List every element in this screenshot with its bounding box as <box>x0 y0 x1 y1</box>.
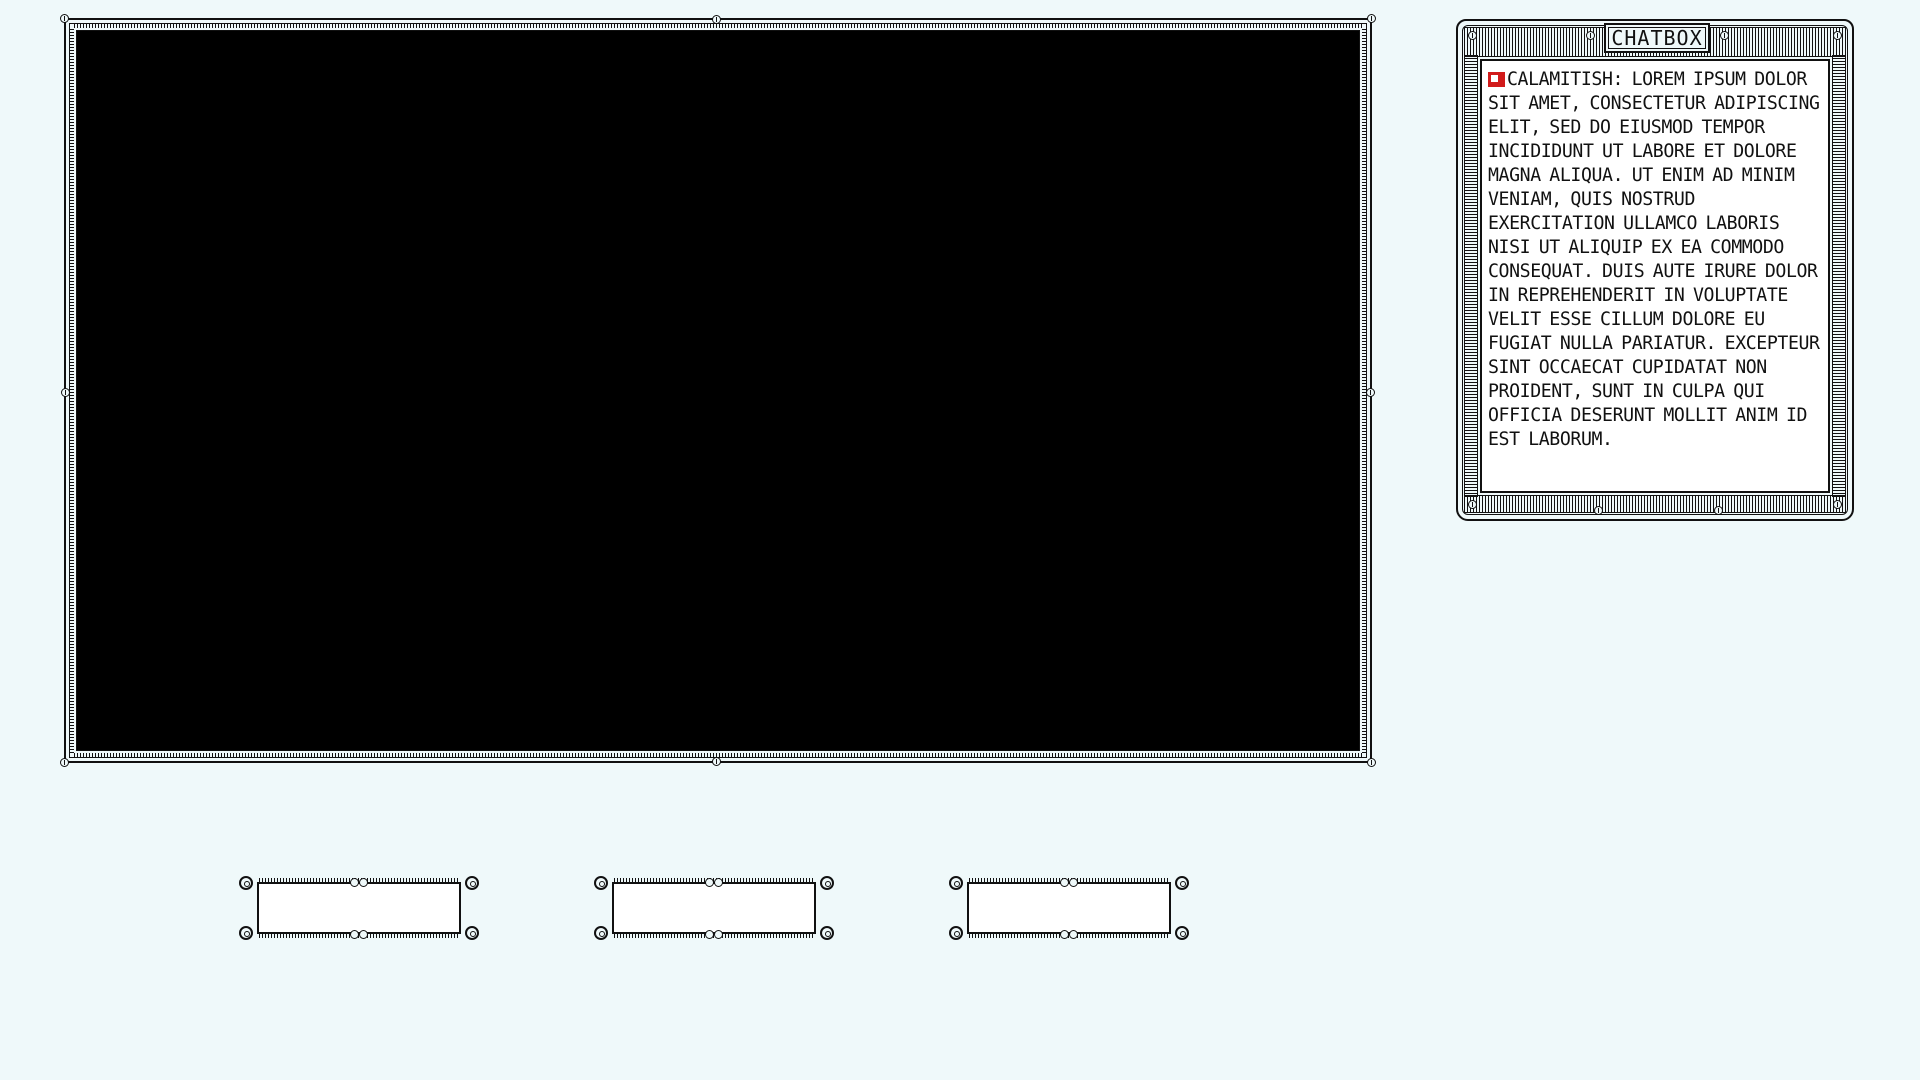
action-slot-body <box>967 878 1171 938</box>
chatbox-side-band-right <box>1832 55 1846 497</box>
rivet-icon <box>61 388 70 397</box>
scroll-curl-icon <box>594 876 608 890</box>
action-slot-body <box>257 878 461 938</box>
rivet-icon <box>1594 506 1603 515</box>
action-slot-1[interactable] <box>239 876 479 940</box>
rivet-icon <box>1833 31 1842 40</box>
chatbox-side-band-left <box>1464 55 1478 497</box>
knot-icon <box>705 930 723 939</box>
scroll-curl-icon <box>465 926 479 940</box>
scroll-curl-icon <box>594 926 608 940</box>
frame-rail-top <box>74 24 1362 28</box>
knot-icon <box>350 878 368 887</box>
knot-icon <box>1060 878 1078 887</box>
chat-message-list[interactable]: CALAMITISH: LOREM IPSUM DOLOR SIT AMET, … <box>1480 59 1830 493</box>
scroll-curl-icon <box>1175 876 1189 890</box>
rivet-icon <box>1833 500 1842 509</box>
game-viewport[interactable] <box>76 30 1360 751</box>
chat-message-sender: CALAMITISH: <box>1507 69 1624 90</box>
player-badge-icon <box>1488 72 1505 87</box>
rivet-icon <box>1366 388 1375 397</box>
rivet-icon <box>712 757 721 766</box>
action-slot-body <box>612 878 816 938</box>
scroll-curl-icon <box>239 876 253 890</box>
rivet-icon <box>1586 31 1595 40</box>
action-slot-2[interactable] <box>594 876 834 940</box>
chat-message: CALAMITISH: LOREM IPSUM DOLOR SIT AMET, … <box>1488 68 1824 452</box>
knot-icon <box>1060 930 1078 939</box>
knot-icon <box>705 878 723 887</box>
scroll-curl-icon <box>239 926 253 940</box>
rivet-icon <box>712 15 721 24</box>
chatbox-title-plate: CHATBOX <box>1604 23 1710 53</box>
rivet-icon <box>60 758 69 767</box>
scroll-curl-icon <box>949 926 963 940</box>
scroll-curl-icon <box>949 876 963 890</box>
rivet-icon <box>1367 758 1376 767</box>
chatbox-panel: CHATBOX CALAMITISH: LOREM IPSUM DOLOR SI… <box>1456 19 1854 521</box>
rivet-icon <box>1367 14 1376 23</box>
rivet-icon <box>1468 31 1477 40</box>
rivet-icon <box>1714 506 1723 515</box>
chatbox-title: CHATBOX <box>1611 26 1703 50</box>
scroll-curl-icon <box>465 876 479 890</box>
rivet-icon <box>60 14 69 23</box>
chatbox-footer-band <box>1464 495 1846 513</box>
scroll-curl-icon <box>820 926 834 940</box>
frame-rail-left <box>70 28 74 753</box>
game-frame <box>60 14 1376 767</box>
chat-message-text: LOREM IPSUM DOLOR SIT AMET, CONSECTETUR … <box>1488 69 1820 450</box>
scroll-curl-icon <box>1175 926 1189 940</box>
rivet-icon <box>1720 31 1729 40</box>
rivet-icon <box>1468 500 1477 509</box>
knot-icon <box>350 930 368 939</box>
action-slot-3[interactable] <box>949 876 1189 940</box>
scroll-curl-icon <box>820 876 834 890</box>
